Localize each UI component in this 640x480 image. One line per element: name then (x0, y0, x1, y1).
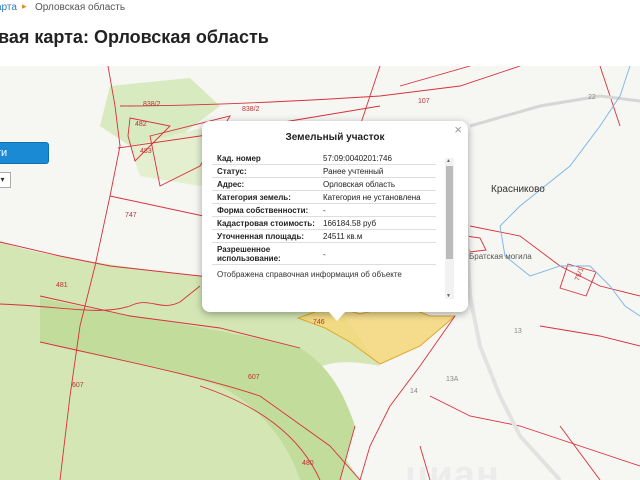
info-value: - (323, 206, 326, 215)
parcel-border (559, 425, 601, 480)
reference-note: Отображена справочная информация об объе… (217, 270, 402, 279)
scrollbar-thumb[interactable] (446, 166, 453, 259)
watermark: циан (405, 454, 500, 480)
parcel-info-popup: Земельный участок × Кад. номер 57:09:004… (202, 121, 468, 321)
info-row: Форма собственности: - (212, 204, 436, 217)
info-key: Уточненная площадь: (217, 232, 305, 241)
parcel-border (399, 66, 471, 87)
info-key: Категория земель: (217, 193, 291, 202)
info-value: - (323, 249, 326, 259)
close-icon[interactable]: × (454, 122, 462, 137)
parcel-label: 482 (135, 121, 147, 128)
info-value: Ранее учтенный (323, 167, 384, 176)
info-key: Статус: (217, 167, 247, 176)
info-value: 24511 кв.м (323, 232, 363, 241)
house-number-label: 22 (588, 94, 596, 101)
house-number-label: 13 (514, 328, 522, 335)
village-label: Красниково (491, 184, 545, 195)
parcel-border (469, 225, 640, 297)
map-action-button[interactable]: ти (0, 143, 48, 163)
memorial-label: Братская могила (469, 252, 532, 261)
scroll-down-icon[interactable]: ▼ (446, 293, 451, 299)
house-number-label: 13А (446, 376, 459, 383)
info-row: Кад. номер 57:09:0040201:746 (212, 152, 436, 165)
parcel-label: 480 (302, 460, 314, 467)
parcel-label: 746 (313, 319, 325, 326)
parcel-border (539, 325, 640, 347)
info-key: Кадастровая стоимость: (217, 219, 315, 228)
info-key: Кад. номер (217, 154, 261, 163)
popup-body[interactable]: Кад. номер 57:09:0040201:746 Статус: Ран… (212, 152, 444, 302)
breadcrumb-link-map[interactable]: арта (0, 2, 17, 13)
info-row: Разрешенное использование: - (212, 243, 436, 265)
scroll-up-icon[interactable]: ▲ (446, 158, 451, 164)
info-row: Категория земель: Категория не установле… (212, 191, 436, 204)
parcel-label: 747 (125, 212, 137, 219)
parcel-label: 838/2 (242, 106, 260, 113)
parcel-label: 483 (140, 148, 152, 155)
info-row: Статус: Ранее учтенный (212, 165, 436, 178)
parcel-label: 107 (418, 98, 430, 105)
info-key: Форма собственности: (217, 206, 309, 215)
map-layer-select[interactable]: ▾ (0, 172, 11, 188)
popup-title: Земельный участок (285, 132, 385, 143)
info-row: Адрес: Орловская область (212, 178, 436, 191)
info-value: Категория не установлена (323, 193, 421, 202)
parcel-label: 607 (72, 382, 84, 389)
parcel-label: 838/2 (143, 101, 161, 108)
parcel-label: 607 (248, 374, 260, 381)
road (469, 94, 640, 128)
info-value: Орловская область (323, 180, 396, 189)
popup-scrollbar[interactable]: ▲ ▼ (445, 158, 454, 299)
breadcrumb-current: Орловская область (35, 2, 126, 13)
info-row: Уточненная площадь: 24511 кв.м (212, 230, 436, 243)
page-title: вая карта: Орловская область (0, 27, 269, 47)
parcel-label: 481 (56, 282, 68, 289)
house-number-label: 14 (410, 388, 418, 395)
breadcrumb-separator-icon: ▸ (22, 1, 27, 11)
info-value: 57:09:0040201:746 (323, 154, 392, 163)
info-key: Адрес: (217, 180, 245, 189)
info-row: Кадастровая стоимость: 166184.58 руб (212, 217, 436, 230)
info-key: Разрешенное использование: (217, 245, 281, 263)
info-value: 166184.58 руб (323, 219, 377, 228)
